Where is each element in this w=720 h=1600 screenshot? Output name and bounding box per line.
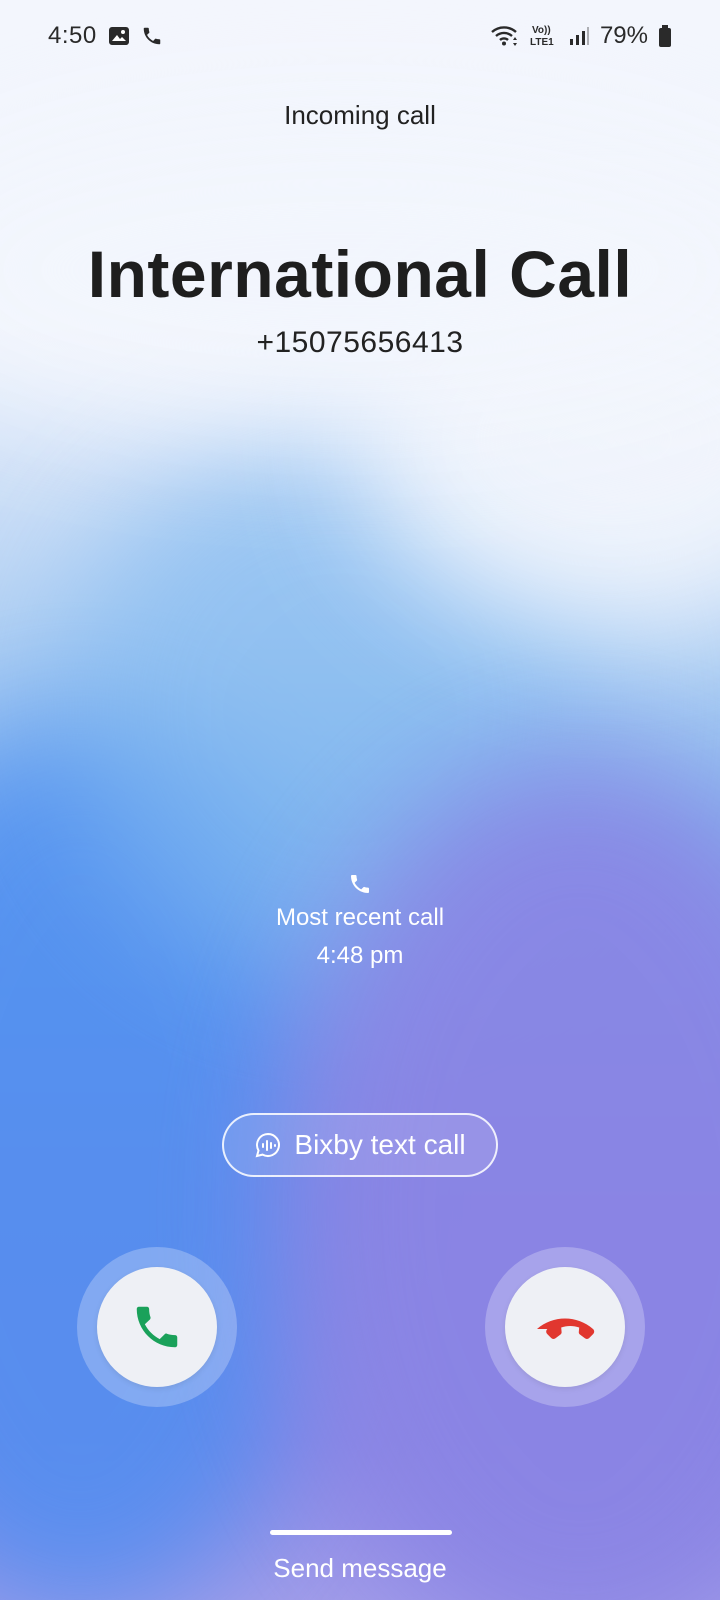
status-time: 4:50 (48, 22, 97, 49)
svg-text:LTE1: LTE1 (530, 37, 554, 48)
bixby-text-call-label: Bixby text call (294, 1129, 466, 1160)
phone-hangup-icon (533, 1307, 597, 1347)
battery-percent: 79% (599, 22, 648, 49)
send-message-handle[interactable] (270, 1530, 452, 1535)
status-bar: 4:50 Vo)) LTE1 79% (0, 0, 720, 72)
recent-call-time: 4:48 pm (316, 942, 404, 969)
bixby-text-call-button[interactable]: Bixby text call (222, 1113, 498, 1177)
decline-call-button[interactable] (505, 1267, 625, 1387)
caller-name: International Call (87, 237, 633, 311)
svg-text:Vo)): Vo)) (532, 25, 551, 36)
accept-call-button[interactable] (97, 1267, 217, 1387)
signal-icon (568, 25, 590, 47)
wifi-icon (490, 24, 520, 48)
phone-accept-icon (130, 1300, 184, 1354)
volte-icon: Vo)) LTE1 (530, 23, 558, 49)
recent-call-label: Most recent call (275, 904, 445, 931)
bixby-chat-icon (254, 1131, 282, 1159)
phone-icon (348, 872, 372, 896)
accept-call-area[interactable] (77, 1247, 237, 1407)
incoming-call-title: Incoming call (284, 100, 436, 130)
battery-icon (658, 24, 672, 48)
caller-number: +15075656413 (256, 326, 464, 359)
gallery-icon (107, 24, 131, 48)
decline-call-area[interactable] (485, 1247, 645, 1407)
recent-call-info: Most recent call 4:48 pm (0, 872, 720, 970)
phone-icon (141, 25, 163, 47)
send-message-button[interactable]: Send message (0, 1553, 720, 1584)
